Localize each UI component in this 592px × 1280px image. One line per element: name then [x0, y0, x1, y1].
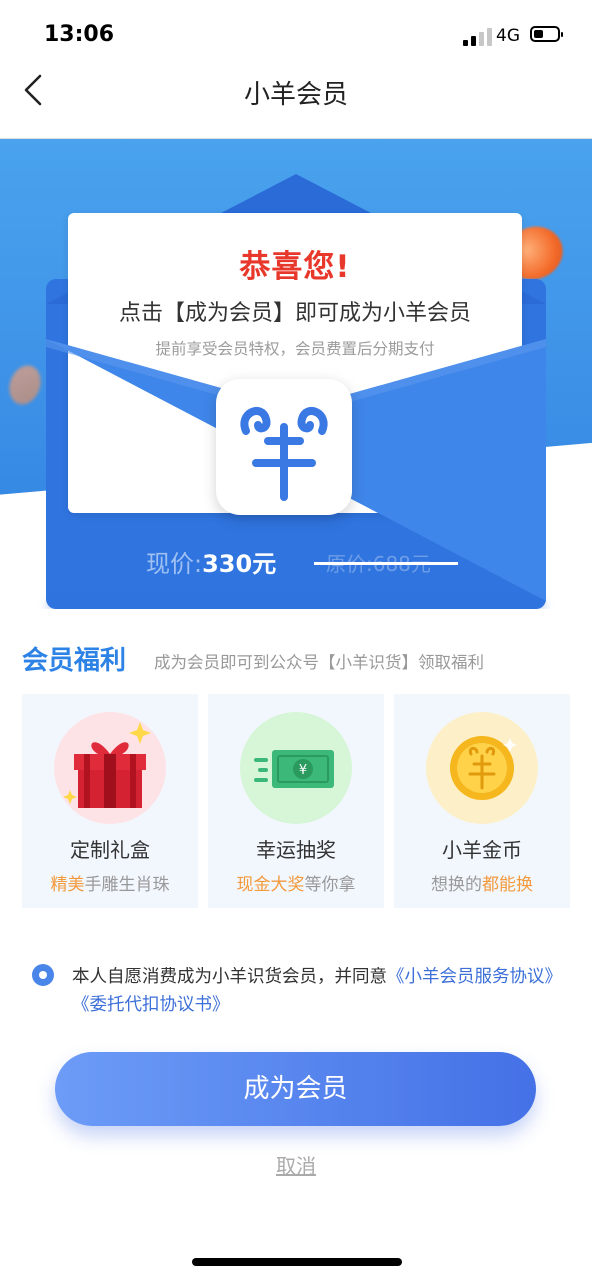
agreement-text: 本人自愿消费成为小羊识货会员，并同意《小羊会员服务协议》《委托代扣协议书》	[72, 963, 572, 1019]
xiaoyang-logo-icon	[216, 379, 352, 515]
benefit-name: 小羊金币	[442, 838, 522, 862]
page-title: 小羊会员	[243, 80, 348, 110]
service-agreement-link[interactable]: 《小羊会员服务协议》	[387, 967, 562, 987]
battery-icon	[530, 26, 563, 42]
status-time: 13:06	[44, 22, 115, 47]
benefit-desc: 精美手雕生肖珠	[50, 875, 170, 895]
svg-text:¥: ¥	[299, 763, 307, 778]
benefit-card-lottery: ¥ 幸运抽奖 现金大奖等你拿	[208, 694, 384, 908]
current-price: 现价:330元	[146, 544, 276, 579]
strikethrough-line	[314, 562, 458, 565]
agreement-radio[interactable]	[32, 964, 54, 986]
cash-icon: ¥	[240, 712, 352, 824]
envelope-shadow	[46, 601, 546, 609]
join-member-button[interactable]: 成为会员	[55, 1052, 536, 1126]
benefits-subtitle: 成为会员即可到公众号【小羊识货】领取福利	[154, 653, 484, 672]
cancel-row: 取消	[0, 1150, 592, 1179]
benefit-name: 幸运抽奖	[256, 838, 336, 862]
benefit-card-coins: 小羊金币 想换的都能换	[394, 694, 570, 908]
price-value: 330元	[202, 550, 277, 578]
benefit-desc: 现金大奖等你拿	[236, 875, 356, 895]
status-bar: 13:06 4G	[0, 0, 592, 70]
price-label: 现价:	[146, 550, 203, 578]
network-type: 4G	[496, 26, 520, 46]
congrats-heading: 恭喜您!	[239, 249, 351, 285]
invite-line: 点击【成为会员】即可成为小羊会员	[118, 301, 471, 326]
benefit-name: 定制礼盒	[70, 838, 150, 862]
cancel-link[interactable]: 取消	[276, 1154, 316, 1178]
gift-box-icon	[54, 712, 166, 824]
entrust-deduction-link[interactable]: 《委托代扣协议书》	[72, 995, 230, 1015]
cellular-signal-icon	[463, 28, 493, 46]
nav-bar: 小羊会员	[0, 70, 592, 139]
benefit-desc: 想换的都能换	[431, 875, 533, 895]
gold-coin-icon	[426, 712, 538, 824]
benefit-card-gift: 定制礼盒 精美手雕生肖珠	[22, 694, 198, 908]
home-indicator[interactable]	[192, 1258, 402, 1266]
agreement-statement: 本人自愿消费成为小羊识货会员，并同意	[72, 967, 387, 987]
membership-hero: 恭喜您! 点击【成为会员】即可成为小羊会员 提前享受会员特权，会员费置后分期支付…	[0, 139, 592, 609]
benefits-title: 会员福利	[22, 646, 127, 676]
